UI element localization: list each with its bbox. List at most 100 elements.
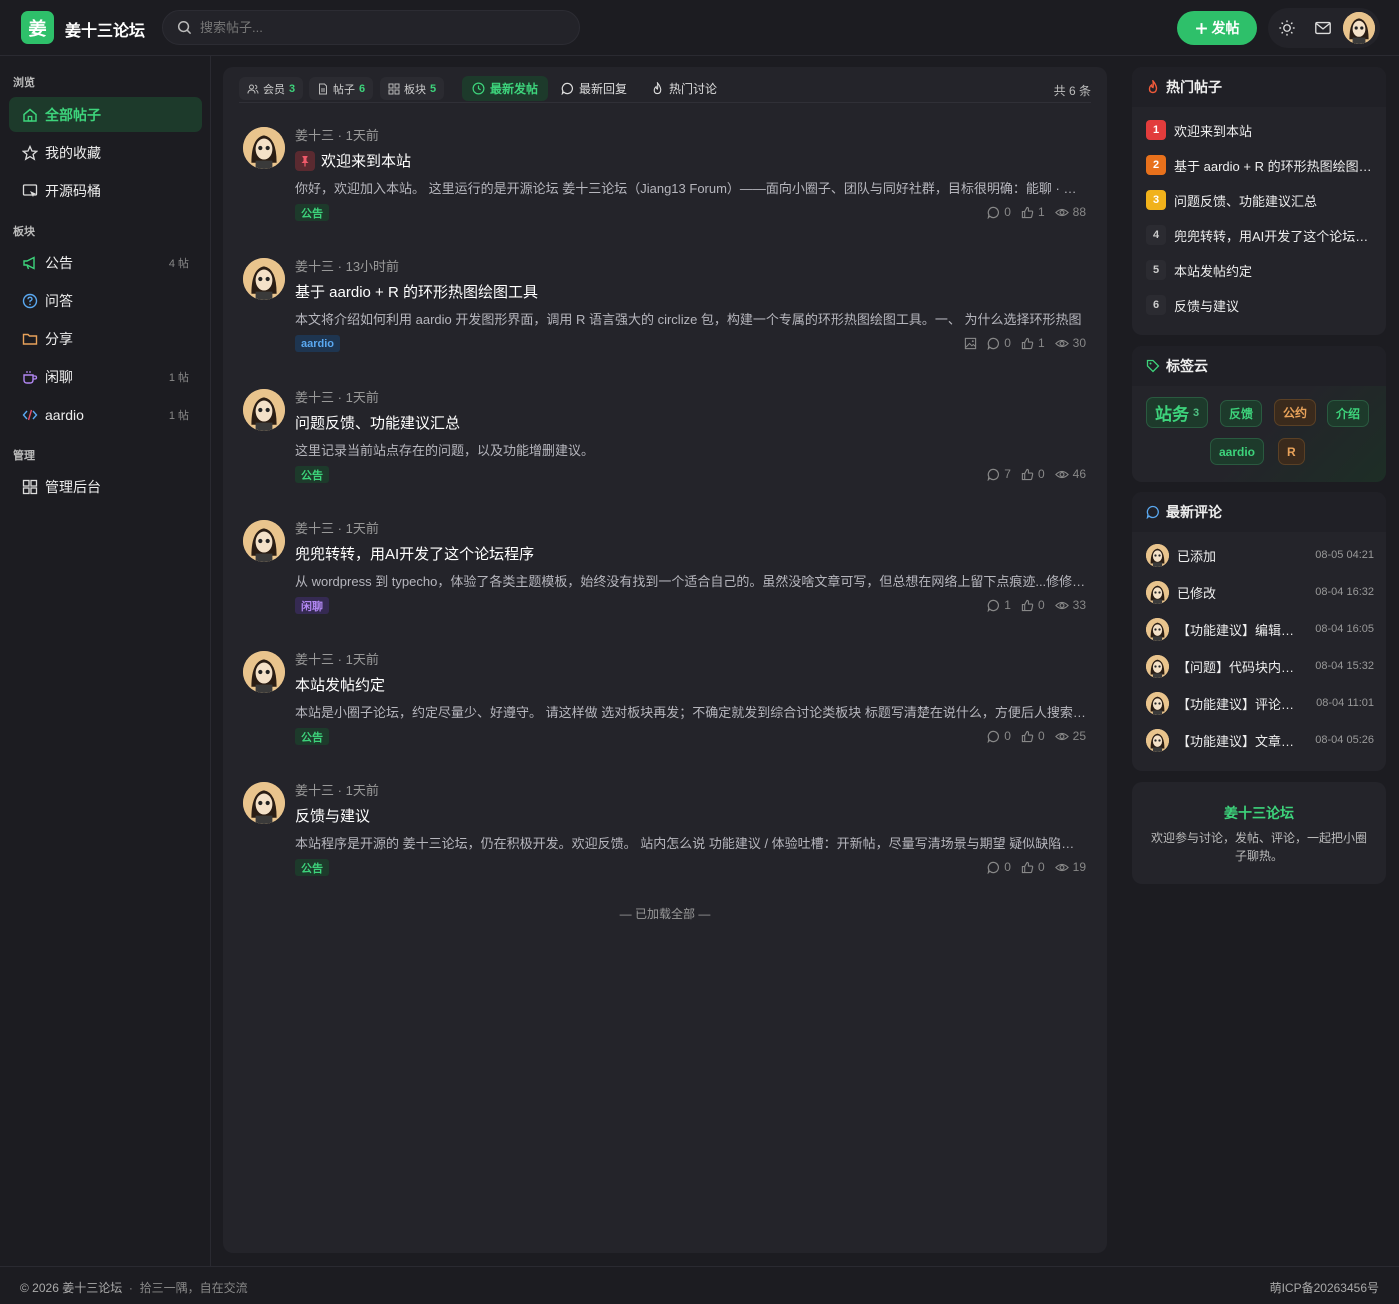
post-item[interactable]: 姜十三 · 1天前 反馈与建议 本站程序是开源的 姜十三论坛，仍在积极开发。欢迎… [243,780,1088,900]
post-board-tag[interactable]: aardio [295,335,341,352]
tab-latest-replies[interactable]: 最新回复 [551,76,637,101]
stat-label: 会员 [263,83,285,96]
search-input[interactable] [200,20,560,35]
tag-r[interactable]: R [1278,438,1305,465]
rank-badge: 5 [1146,260,1166,280]
like-count-value: 1 [1037,205,1045,219]
tag-label: aardio [1219,444,1256,459]
tab-latest-posts[interactable]: 最新发帖 [462,76,549,101]
messages-button[interactable] [1313,18,1333,38]
post-item[interactable]: 姜十三 · 1天前 欢迎来到本站 你好，欢迎加入本站。 这里运行的是开源论坛 姜… [243,125,1088,245]
site-name[interactable]: 姜十三论坛 [65,17,145,41]
tab-hot-discussions[interactable]: 热门讨论 [641,76,727,101]
post-item[interactable]: 姜十三 · 1天前 问题反馈、功能建议汇总 这里记录当前站点存在的问题，以及功能… [243,387,1088,507]
hot-post-item[interactable]: 6 反馈与建议 [1146,295,1374,315]
post-title[interactable]: 本站发帖约定 [295,674,385,695]
like-count[interactable]: 0 [1021,467,1045,481]
hot-post-item[interactable]: 3 问题反馈、功能建议汇总 [1146,190,1374,210]
author-avatar[interactable] [243,127,285,169]
author-avatar[interactable] [243,520,285,562]
post-item[interactable]: 姜十三 · 1天前 本站发帖约定 本站是小圈子论坛，约定尽量少、好遵守。 请这样… [243,649,1088,769]
meta-separator: · [337,652,346,667]
comment-item[interactable]: 已添加 08-05 04:21 [1146,543,1374,567]
comment-item[interactable]: 【功能建议】评论支持引用 08-04 11:01 [1146,691,1374,715]
like-count[interactable]: 0 [1021,729,1045,743]
author-avatar[interactable] [243,258,285,300]
post-item[interactable]: 姜十三 · 1天前 兜兜转转，用AI开发了这个论坛程序 从 wordpress … [243,518,1088,638]
author-name[interactable]: 姜十三 [295,521,334,536]
post-title[interactable]: 问题反馈、功能建议汇总 [295,412,460,433]
post-time: 1天前 [345,783,379,798]
comment-count: 0 [987,205,1011,219]
like-count[interactable]: 0 [1021,598,1045,612]
stat-label: 板块 [404,83,426,96]
view-count: 88 [1054,205,1086,219]
footer: © 2026 姜十三论坛 · 拾三一隅，自在交流 萌ICP备20263456号 [0,1266,1399,1304]
post-board-tag[interactable]: 公告 [295,728,329,745]
tag-convention[interactable]: 公约 [1274,399,1317,426]
sidebar-item-open-source[interactable]: 开源码桶 [9,173,202,208]
post-title[interactable]: 基于 aardio + R 的环形热图绘图工具 [295,281,538,302]
tag-aardio[interactable]: aardio [1210,438,1265,465]
author-name[interactable]: 姜十三 [295,390,334,405]
about-title: 姜十三论坛 [1224,805,1294,821]
comment-item[interactable]: 【功能建议】文章支持草稿 08-04 05:26 [1146,728,1374,752]
hot-post-item[interactable]: 1 欢迎来到本站 [1146,120,1374,140]
post-excerpt: 从 wordpress 到 typecho，体验了各类主题模板，始终没有找到一个… [295,574,1087,589]
commenter-avatar [1146,728,1169,752]
sidebar-item-aardio[interactable]: aardio 1 帖 [9,397,202,432]
like-count[interactable]: 0 [1021,860,1045,874]
search-box[interactable] [162,10,580,45]
section-manage: 管理 [13,450,35,462]
author-avatar[interactable] [243,389,285,431]
site-logo[interactable]: 姜 [21,11,54,44]
post-title[interactable]: 欢迎来到本站 [295,150,411,171]
meta-separator: · [337,390,346,405]
tag-icon [1146,359,1160,373]
comment-date: 08-04 11:01 [1316,697,1374,709]
hot-post-item[interactable]: 4 兜兜转转，用AI开发了这个论坛程序 [1146,225,1374,245]
post-item[interactable]: 姜十三 · 13小时前 基于 aardio + R 的环形热图绘图工具 本文将介… [243,256,1088,376]
sidebar-item-admin[interactable]: 管理后台 [9,469,202,504]
author-avatar[interactable] [243,651,285,693]
like-count[interactable]: 1 [1021,336,1045,350]
sidebar-item-all-posts[interactable]: 全部帖子 [9,97,202,132]
author-name[interactable]: 姜十三 [295,783,334,798]
new-post-button[interactable]: 发帖 [1177,11,1257,45]
sidebar-item-favorites[interactable]: 我的收藏 [9,135,202,170]
author-avatar[interactable] [243,782,285,824]
icp-link[interactable]: 萌ICP备20263456号 [1270,1279,1379,1296]
comment-count: 0 [987,336,1011,350]
post-title[interactable]: 兜兜转转，用AI开发了这个论坛程序 [295,543,534,564]
comment-item[interactable]: 已修改 08-04 16:32 [1146,580,1374,604]
hot-post-item[interactable]: 5 本站发帖约定 [1146,260,1374,280]
section-boards: 板块 [13,226,35,238]
tag-site-affairs[interactable]: 站务 3 [1146,397,1209,428]
user-avatar[interactable] [1343,12,1375,44]
theme-toggle-button[interactable] [1277,18,1297,38]
comment-item[interactable]: 【问题】代码块内容显示异常 08-04 15:32 [1146,654,1374,678]
tag-intro[interactable]: 介绍 [1327,400,1370,427]
clock-icon [472,82,485,95]
sidebar-item-chat[interactable]: 闲聊 1 帖 [9,359,202,394]
sidebar-item-announcements[interactable]: 公告 4 帖 [9,245,202,280]
like-count[interactable]: 1 [1021,205,1045,219]
tag-feedback[interactable]: 反馈 [1220,400,1263,427]
sidebar-item-qa[interactable]: 问答 [9,283,202,318]
author-name[interactable]: 姜十三 [295,128,334,143]
sidebar-item-share[interactable]: 分享 [9,321,202,356]
hot-posts-panel: 热门帖子 1 欢迎来到本站 2 基于 aardio + R 的环形热图绘图工具 3 问题反… [1132,67,1386,335]
hot-post-item[interactable]: 2 基于 aardio + R 的环形热图绘图工具 [1146,155,1374,175]
post-board-tag[interactable]: 公告 [295,204,329,221]
comment-item[interactable]: 【功能建议】编辑器支持预览 08-04 16:05 [1146,617,1374,641]
eye-icon [1054,863,1069,871]
grid-icon [388,83,400,94]
post-board-tag[interactable]: 公告 [295,859,329,876]
author-name[interactable]: 姜十三 [295,259,334,274]
author-name[interactable]: 姜十三 [295,652,334,667]
post-board-tag[interactable]: 公告 [295,466,329,483]
like-count-value: 1 [1037,336,1045,350]
post-title[interactable]: 反馈与建议 [295,805,370,826]
post-board-tag[interactable]: 闲聊 [295,597,329,614]
commenter-avatar [1146,691,1169,715]
